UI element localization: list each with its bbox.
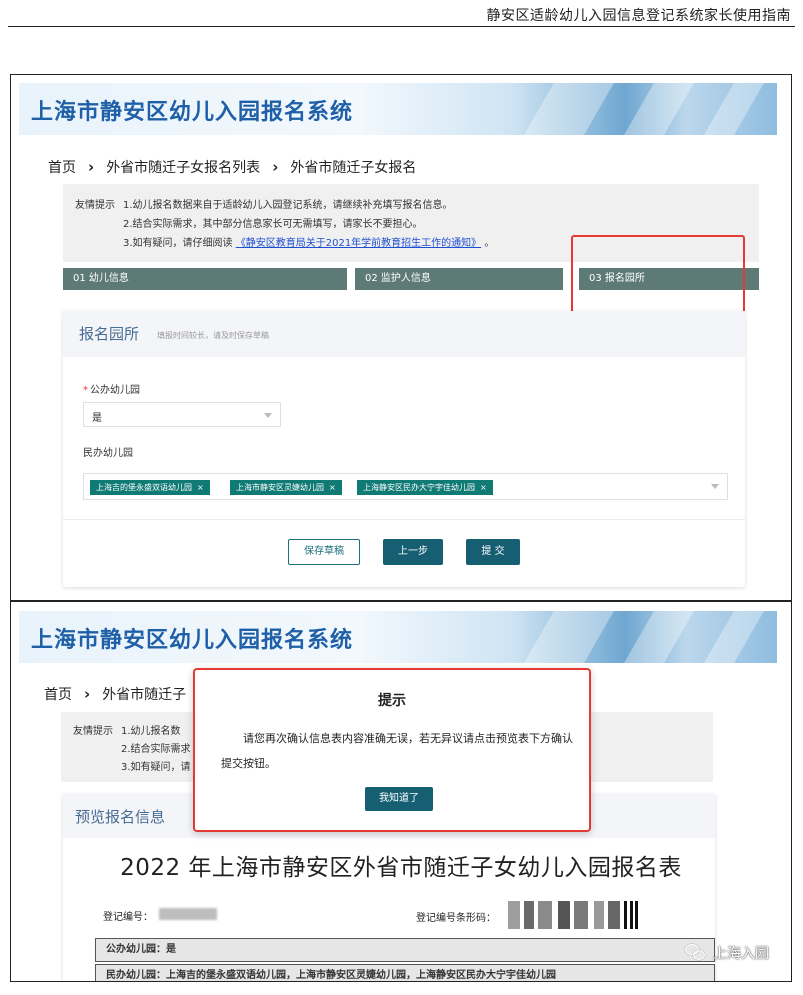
system-banner: 上海市静安区幼儿入园报名系统 <box>19 83 777 135</box>
close-icon[interactable]: × <box>329 483 336 492</box>
selected-tag: 上海静安区民办大宁宇佳幼儿园 × <box>357 480 493 495</box>
chevron-down-icon <box>264 413 272 418</box>
tips-line-2: 2.结合实际需求，其中部分信息家长可无需填写，请家长不要担心。 <box>123 219 423 230</box>
breadcrumb-separator-icon: › <box>272 158 279 176</box>
dialog-title: 提示 <box>378 693 406 709</box>
registration-number-redacted <box>159 908 217 920</box>
tips-line-2: 2.结合实际需求 <box>121 744 191 755</box>
selected-tag: 上海市静安区灵婕幼儿园 × <box>230 480 342 495</box>
step-child-info[interactable]: 01 幼儿信息 <box>63 268 347 290</box>
breadcrumb: 首页 › 外省市随迁子 <box>44 684 186 704</box>
card-title: 报名园所 <box>79 325 140 343</box>
watermark: 上海入园 <box>685 943 769 963</box>
screenshot-registration-form: 上海市静安区幼儿入园报名系统 首页 › 外省市随迁子女报名列表 › 外省市随迁子… <box>10 74 792 601</box>
tips-prefix: 友情提示 <box>73 726 113 737</box>
public-kindergarten-label: * 公办幼儿园 <box>83 385 140 396</box>
breadcrumb-list[interactable]: 外省市随迁子女报名列表 <box>106 157 260 177</box>
kindergarten-card: 报名园所 填报时间较长，请及时保存草稿 * 公办幼儿园 是 民办幼儿园 上海吉的堡… <box>63 311 745 587</box>
step-guardian-info[interactable]: 02 监护人信息 <box>355 268 563 290</box>
save-draft-button[interactable]: 保存草稿 <box>288 539 360 565</box>
registration-form-title: 2022 年上海市静安区外省市随迁子女幼儿入园报名表 <box>120 855 682 881</box>
breadcrumb-separator-icon: › <box>88 158 95 176</box>
barcode-redacted <box>508 901 650 929</box>
close-icon[interactable]: × <box>480 483 487 492</box>
submit-button[interactable]: 提 交 <box>466 539 520 565</box>
tips-prefix: 友情提示 <box>75 200 115 211</box>
tips-line-3: 3.如有疑问，请仔细阅读 《静安区教育局关于2021年学前教育招生工作的通知》 … <box>123 238 495 249</box>
breadcrumb-separator-icon: › <box>84 685 91 703</box>
private-kindergarten-multiselect[interactable]: 上海吉的堡永盛双语幼儿园 × 上海市静安区灵婕幼儿园 × 上海静安区民办大宁宇佳幼儿… <box>83 473 728 500</box>
document-title: 静安区适龄幼儿入园信息登记系统家长使用指南 <box>486 8 791 24</box>
policy-notice-link[interactable]: 《静安区教育局关于2021年学前教育招生工作的通知》 <box>236 238 481 249</box>
header-rule <box>8 26 795 27</box>
tips-line-1: 1.幼儿报名数据来自于适龄幼儿入园登记系统，请继续补充填写报名信息。 <box>123 200 453 211</box>
public-kindergarten-row: 公办幼儿园：是 <box>95 938 715 962</box>
breadcrumb-home[interactable]: 首页 <box>44 684 72 704</box>
selected-tag: 上海吉的堡永盛双语幼儿园 × <box>90 480 210 495</box>
system-title: 上海市静安区幼儿入园报名系统 <box>31 100 354 125</box>
barcode-label: 登记编号条形码： <box>416 913 496 924</box>
screenshot-preview-confirm: 上海市静安区幼儿入园报名系统 首页 › 外省市随迁子 友情提示 1.幼儿报名数 … <box>10 601 792 982</box>
system-banner: 上海市静安区幼儿入园报名系统 <box>19 611 777 663</box>
breadcrumb-current: 外省市随迁子女报名 <box>290 160 417 176</box>
card-header: 报名园所 填报时间较长，请及时保存草稿 <box>63 311 745 357</box>
close-icon[interactable]: × <box>197 483 204 492</box>
wechat-icon <box>685 944 707 962</box>
tips-line-1: 1.幼儿报名数 <box>121 726 181 737</box>
card-divider <box>63 519 745 520</box>
breadcrumb: 首页 › 外省市随迁子女报名列表 › 外省市随迁子女报名 <box>48 157 416 177</box>
card-subtitle: 填报时间较长，请及时保存草稿 <box>157 331 269 340</box>
private-kindergarten-label: 民办幼儿园 <box>83 448 133 459</box>
confirm-dialog: 提示 请您再次确认信息表内容准确无误，若无异议请点击预览表下方确认提交按钮。 我… <box>193 668 591 832</box>
registration-number-label: 登记编号： <box>103 912 153 923</box>
chevron-down-icon <box>711 484 719 489</box>
breadcrumb-home[interactable]: 首页 <box>48 157 76 177</box>
previous-step-button[interactable]: 上一步 <box>383 539 443 565</box>
dialog-message: 请您再次确认信息表内容准确无误，若无异议请点击预览表下方确认提交按钮。 <box>221 732 573 770</box>
preview-title: 预览报名信息 <box>75 808 166 826</box>
private-kindergarten-row: 民办幼儿园：上海吉的堡永盛双语幼儿园，上海市静安区灵婕幼儿园，上海静安区民办大宁… <box>95 964 715 981</box>
tips-line-3: 3.如有疑问，请 <box>121 762 191 773</box>
acknowledge-button[interactable]: 我知道了 <box>365 787 433 811</box>
public-kindergarten-select[interactable]: 是 <box>83 402 281 427</box>
system-title: 上海市静安区幼儿入园报名系统 <box>31 628 354 653</box>
breadcrumb-list[interactable]: 外省市随迁子 <box>102 684 186 704</box>
document-header: 静安区适龄幼儿入园信息登记系统家长使用指南 <box>0 0 803 30</box>
watermark-text: 上海入园 <box>713 946 769 962</box>
